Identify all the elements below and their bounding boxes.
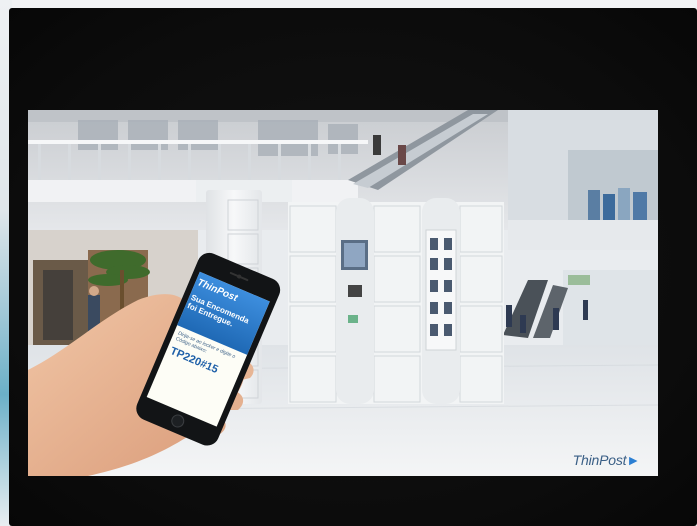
advertisement-screen: ThinPost Sua Encomenda foi Entregue. Dir… — [28, 110, 658, 476]
mall-scene — [28, 110, 658, 476]
thinpost-logo: ThinPost► — [572, 452, 641, 468]
logo-arrow-icon: ► — [626, 452, 640, 468]
phone-headline: Sua Encomenda foi Entregue. — [186, 292, 251, 329]
logo-text: ThinPost — [572, 452, 627, 468]
